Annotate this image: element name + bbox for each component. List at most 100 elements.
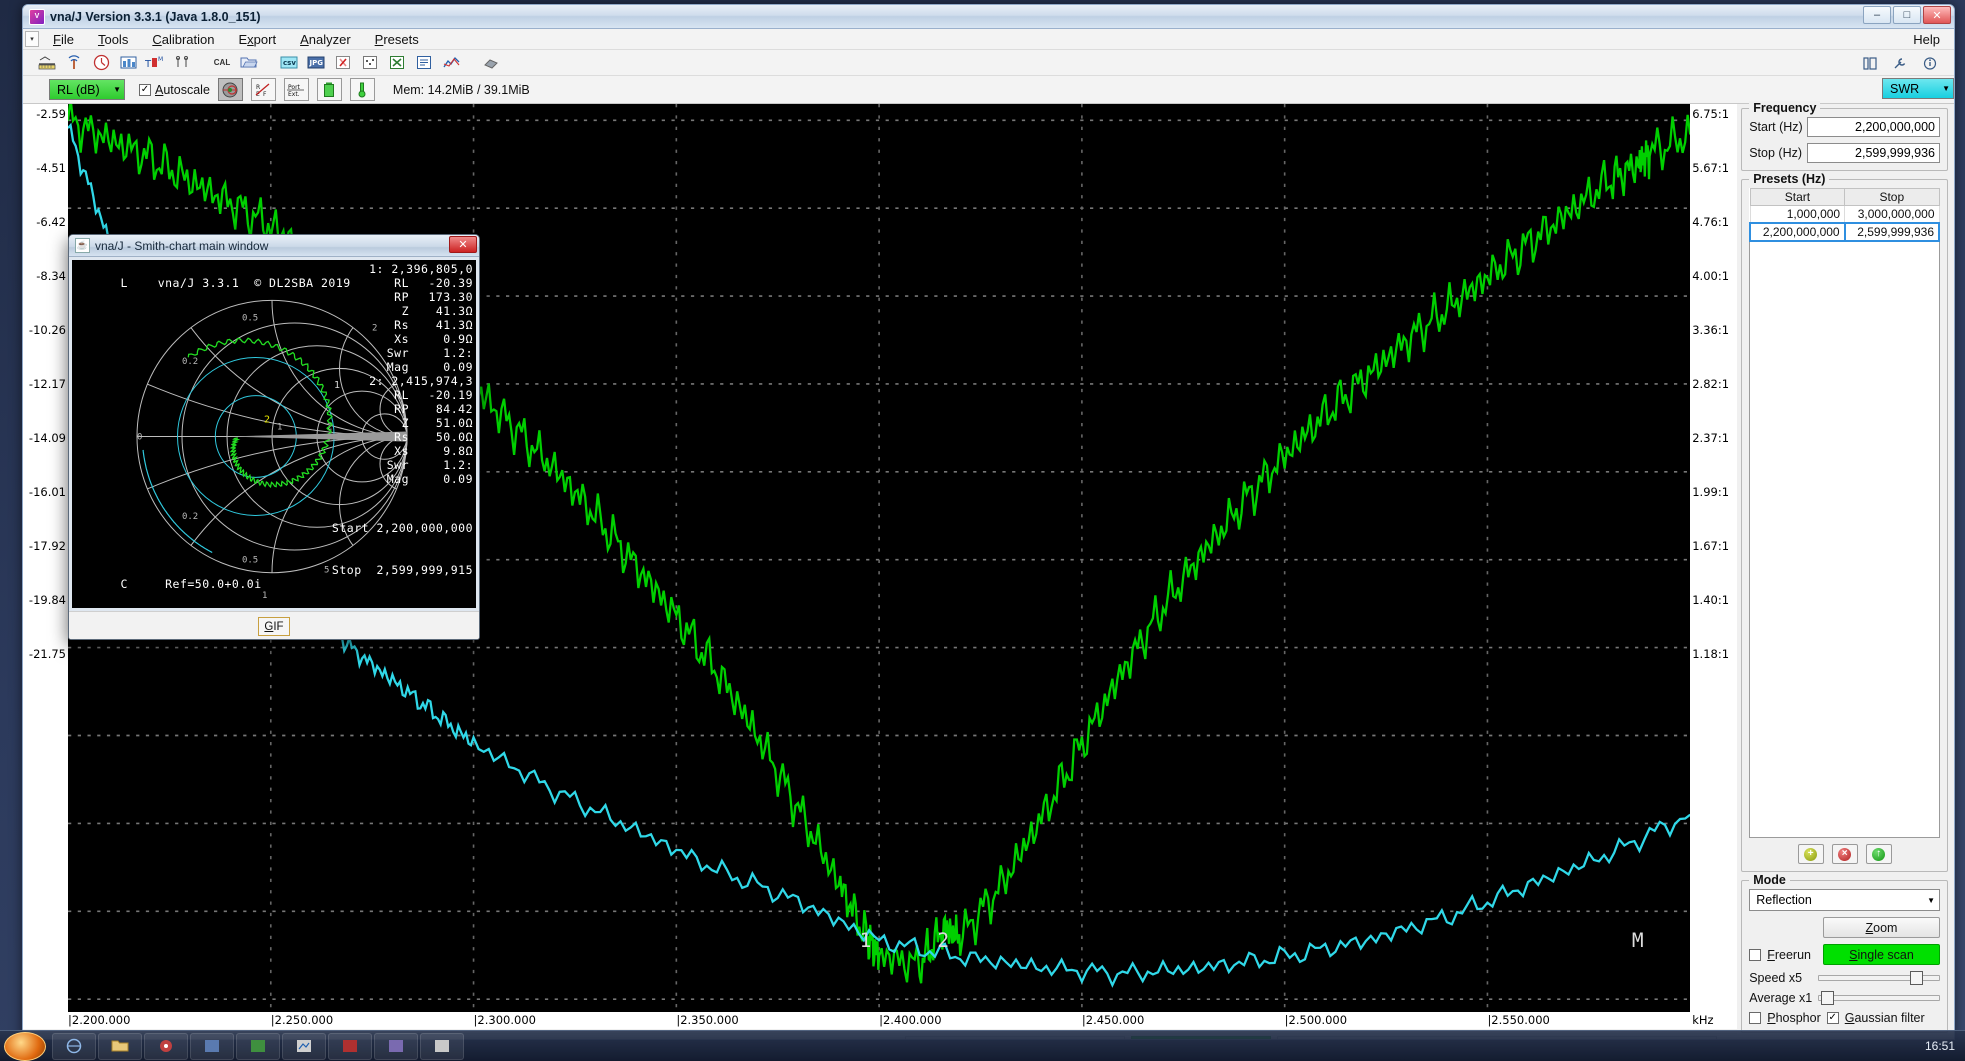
y-tick-left-6: -14.09 — [29, 431, 66, 445]
smith-stop-label: Stop — [332, 563, 362, 577]
taskbar-item-5[interactable] — [236, 1033, 280, 1060]
menu-overflow-icon[interactable]: ▾ — [25, 31, 39, 47]
preset-row-1[interactable]: 2,200,000,0002,599,999,936 — [1750, 223, 1939, 241]
minimize-button[interactable]: – — [1863, 6, 1891, 24]
chart-bar-icon[interactable] — [116, 52, 140, 74]
battery-icon[interactable] — [317, 78, 342, 101]
speed-slider[interactable] — [1818, 971, 1940, 985]
smith-marker2-key-Mag: Mag — [375, 472, 409, 486]
smith-chart-button[interactable] — [218, 78, 243, 101]
y-tick-left-3: -8.34 — [36, 269, 66, 283]
left-trace-select[interactable]: RL (dB) ▼ — [49, 79, 125, 100]
jpg-export-icon[interactable]: JPG — [304, 52, 328, 74]
menu-calibration[interactable]: Calibration — [140, 30, 226, 49]
svg-text:2: 2 — [937, 929, 949, 952]
taskbar-item-2[interactable] — [98, 1033, 142, 1060]
wrench-icon[interactable] — [1888, 52, 1912, 74]
stop-freq-input[interactable]: 2,599,999,936 — [1807, 143, 1940, 163]
xml-export-icon[interactable] — [412, 52, 436, 74]
filter-icon[interactable] — [170, 52, 194, 74]
phosphor-checkbox[interactable] — [1749, 1012, 1761, 1024]
smith-marker1-value-Z: 41.3Ω — [415, 304, 473, 318]
y-axis-left: -2.59-4.51-6.42-8.34-10.26-12.17-14.09-1… — [23, 104, 68, 1012]
presets-empty-area[interactable] — [1749, 242, 1940, 838]
eraser-icon[interactable] — [479, 52, 503, 74]
menu-tools[interactable]: Tools — [86, 30, 140, 49]
tdr-icon[interactable]: TM — [143, 52, 167, 74]
antenna-icon[interactable] — [62, 52, 86, 74]
svg-text:M: M — [158, 56, 163, 63]
preset-stop-1[interactable]: 2,599,999,936 — [1845, 223, 1939, 241]
open-folder-icon[interactable] — [237, 52, 261, 74]
presets-table[interactable]: StartStop 1,000,0003,000,000,0002,200,00… — [1749, 188, 1940, 242]
single-scan-button[interactable]: Single scan — [1823, 944, 1940, 965]
gaussian-checkbox[interactable]: ✓ — [1827, 1012, 1839, 1024]
menu-help[interactable]: Help — [1901, 30, 1954, 49]
smith-marker1-key-Swr: Swr — [375, 346, 409, 360]
average-slider[interactable] — [1818, 991, 1940, 1005]
menu-file[interactable]: FFileile — [41, 30, 86, 49]
smith-marker1-value-Mag: 0.09 — [415, 360, 473, 374]
smith-marker2-key-Xs: Xs — [375, 444, 409, 458]
add-preset-icon[interactable]: + — [1798, 844, 1824, 864]
preset-buttons: + × ↑ — [1749, 838, 1940, 864]
autoscale-checkbox[interactable]: ✓ — [139, 84, 151, 96]
excel-export-icon[interactable] — [385, 52, 409, 74]
snp-export-icon[interactable] — [358, 52, 382, 74]
taskbar-item-4[interactable] — [190, 1033, 234, 1060]
smith-marker1-row-Z: Z41.3Ω — [369, 304, 473, 318]
zoom-button[interactable]: Zoom — [1823, 917, 1940, 938]
smith-marker2-value-RL: -20.19 — [415, 388, 473, 402]
csv-export-icon[interactable]: csv — [277, 52, 301, 74]
preset-stop-0[interactable]: 3,000,000,000 — [1845, 206, 1939, 224]
freerun-checkbox[interactable] — [1749, 949, 1761, 961]
cal-icon[interactable]: CAL — [210, 52, 234, 74]
preset-row-0[interactable]: 1,000,0003,000,000,000 — [1750, 206, 1939, 224]
preset-start-1[interactable]: 2,200,000,000 — [1750, 223, 1844, 241]
preset-start-0[interactable]: 1,000,000 — [1750, 206, 1844, 224]
taskbar-item-3[interactable] — [144, 1033, 188, 1060]
smith-start-value: 2,200,000,000 — [376, 521, 473, 535]
pdf-export-icon[interactable] — [331, 52, 355, 74]
window-titlebar: V vna/J Version 3.3.1 (Java 1.8.0_151) –… — [23, 5, 1954, 29]
taskbar-item-6[interactable] — [282, 1033, 326, 1060]
mode-select[interactable]: Reflection ▼ — [1749, 889, 1940, 911]
menu-export[interactable]: Export — [226, 30, 288, 49]
vnaj-icon: V — [29, 9, 45, 25]
x-tick-5: |2.450.000 — [1082, 1013, 1144, 1027]
update-preset-icon[interactable]: ↑ — [1866, 844, 1892, 864]
filter-row: Phosphor ✓ Gaussian filter — [1749, 1011, 1940, 1025]
taskbar-item-8[interactable] — [374, 1033, 418, 1060]
phase-ref-button[interactable]: REF — [251, 78, 276, 101]
taskbar-item-1[interactable] — [52, 1033, 96, 1060]
plot-export-icon[interactable] — [439, 52, 463, 74]
smith-chart-canvas[interactable]: 0.50.200.20.51251212 L vna/J 3.3.1 © DL2… — [72, 260, 476, 608]
y-tick-right-3: 4.00:1 — [1692, 269, 1729, 283]
gif-button[interactable]: GIF — [258, 617, 290, 636]
close-button[interactable]: ✕ — [1923, 6, 1951, 24]
menu-analyzer[interactable]: Analyzer — [288, 30, 363, 49]
average-slider-knob[interactable] — [1821, 991, 1834, 1005]
menu-presets[interactable]: Presets — [363, 30, 431, 49]
ruler-icon[interactable] — [35, 52, 59, 74]
start-freq-input[interactable]: 2,200,000,000 — [1807, 117, 1940, 137]
port-extension-button[interactable]: PortExt. — [284, 78, 309, 101]
speed-slider-knob[interactable] — [1910, 971, 1923, 985]
x-axis-unit: kHz — [1692, 1013, 1713, 1027]
taskbar-item-7[interactable] — [328, 1033, 372, 1060]
window-tile-icon[interactable] — [1858, 52, 1882, 74]
smith-chart-window[interactable]: ☕ vna/J - Smith-chart main window ✕ 0.50… — [68, 234, 480, 640]
y-tick-left-8: -17.92 — [29, 539, 66, 553]
clock-icon[interactable] — [89, 52, 113, 74]
right-trace-select[interactable]: SWR ▼ — [1882, 78, 1954, 99]
smith-left-mark: L — [121, 276, 128, 290]
info-icon[interactable] — [1918, 52, 1942, 74]
y-tick-right-7: 1.99:1 — [1692, 485, 1729, 499]
smith-close-button[interactable]: ✕ — [449, 236, 477, 253]
delete-preset-icon[interactable]: × — [1832, 844, 1858, 864]
smith-ref-text: Ref=50.0+0.0i — [165, 577, 262, 591]
start-orb[interactable] — [4, 1032, 46, 1061]
taskbar-item-9[interactable] — [420, 1033, 464, 1060]
thermometer-icon[interactable] — [350, 78, 375, 101]
maximize-button[interactable]: □ — [1893, 6, 1921, 24]
